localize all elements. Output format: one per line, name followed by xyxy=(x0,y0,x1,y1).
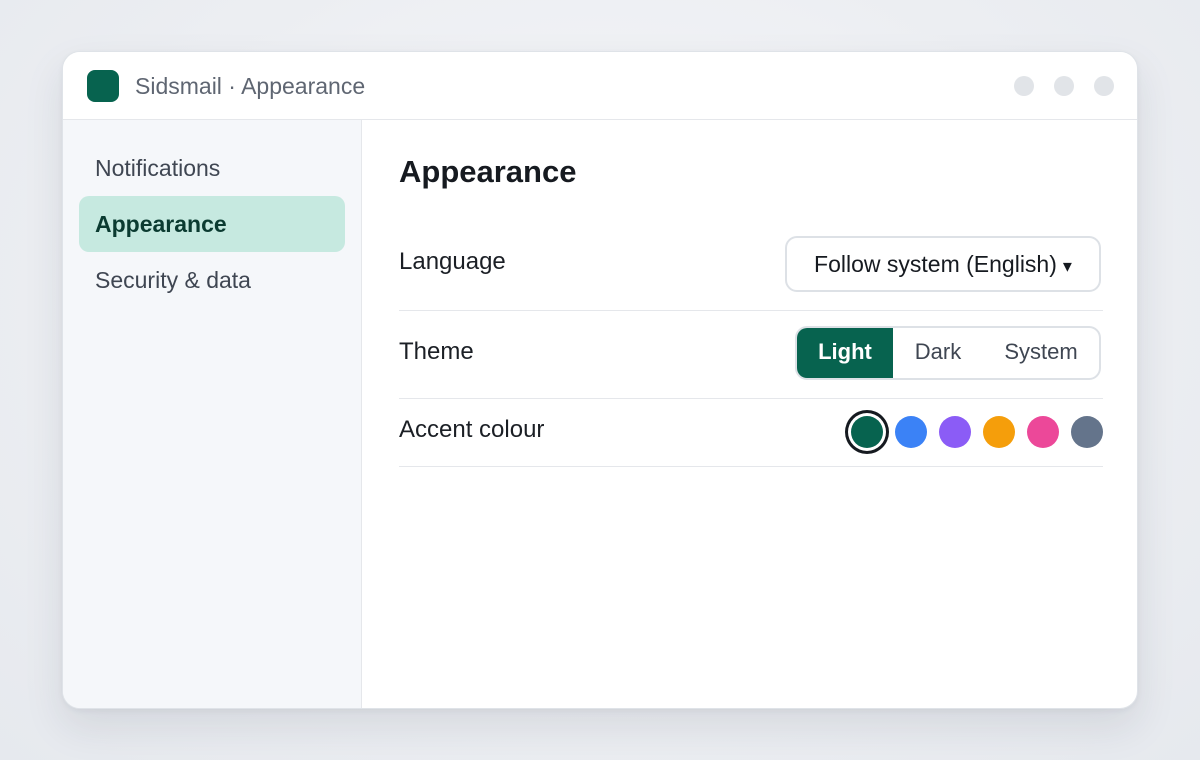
language-row-divider xyxy=(399,310,1103,311)
accent-swatch-purple[interactable] xyxy=(939,416,971,448)
accent-swatch-blue[interactable] xyxy=(895,416,927,448)
theme-segmented-control: Light Dark System xyxy=(795,326,1101,380)
window-title: Sidsmail · Appearance xyxy=(135,73,366,99)
language-select[interactable]: Follow system (English) ▾ xyxy=(785,236,1101,292)
theme-label: Theme xyxy=(399,338,474,365)
accent-row-divider xyxy=(399,466,1103,467)
close-button[interactable] xyxy=(1094,76,1114,96)
main-panel: Appearance Language Follow system (Engli… xyxy=(363,120,1137,708)
sidebar-item-security-data[interactable]: Security & data xyxy=(79,252,345,308)
language-label: Language xyxy=(399,248,506,275)
title-bar: Sidsmail · Appearance xyxy=(63,52,1137,120)
accent-swatch-pink[interactable] xyxy=(1027,416,1059,448)
theme-option-system[interactable]: System xyxy=(983,328,1099,378)
theme-option-light[interactable]: Light xyxy=(797,328,893,378)
accent-swatch-green[interactable] xyxy=(851,416,883,448)
minimize-button[interactable] xyxy=(1014,76,1034,96)
sidebar-item-notifications[interactable]: Notifications xyxy=(79,140,345,196)
maximize-button[interactable] xyxy=(1054,76,1074,96)
sidebar: Notifications Appearance Security & data xyxy=(63,120,362,708)
theme-option-dark[interactable]: Dark xyxy=(893,328,983,378)
settings-window: Sidsmail · Appearance Notifications Appe… xyxy=(62,51,1138,709)
language-select-value: Follow system (English) xyxy=(814,251,1057,277)
sidebar-item-appearance[interactable]: Appearance xyxy=(79,196,345,252)
app-logo xyxy=(87,70,119,102)
theme-row-divider xyxy=(399,398,1103,399)
caret-down-icon: ▾ xyxy=(1062,256,1072,276)
accent-colour-label: Accent colour xyxy=(399,416,545,443)
accent-swatch-amber[interactable] xyxy=(983,416,1015,448)
page-title: Appearance xyxy=(399,154,577,189)
accent-swatch-slate[interactable] xyxy=(1071,416,1103,448)
